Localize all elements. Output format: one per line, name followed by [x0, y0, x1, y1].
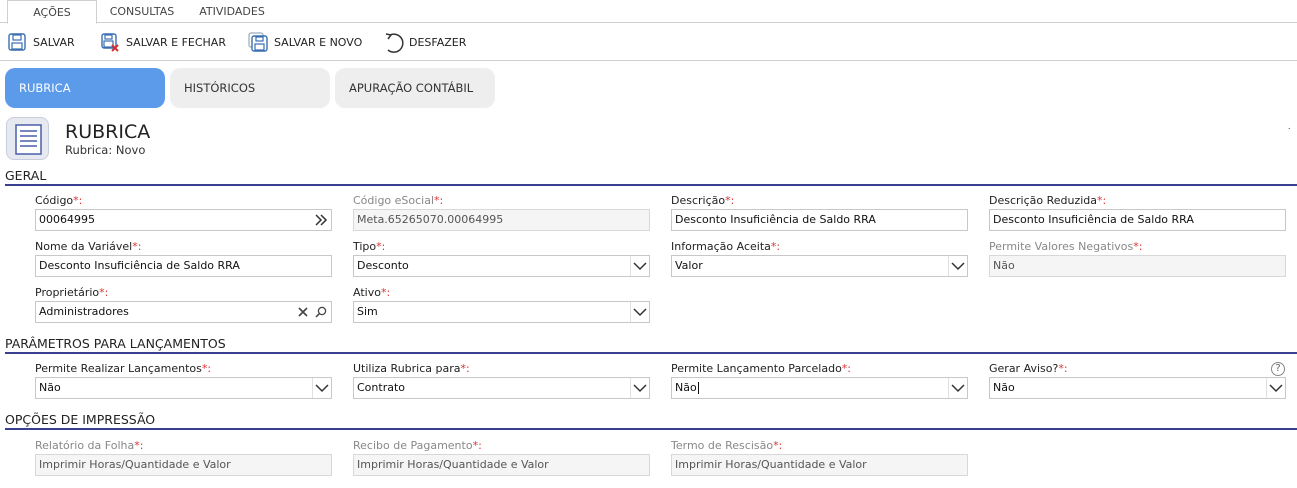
field-label: Permite Valores Negativos*: — [989, 240, 1143, 253]
floppy-disk-close-icon — [100, 32, 120, 52]
undo-label: DESFAZER — [409, 35, 467, 49]
section-geral-title: GERAL — [5, 168, 1297, 186]
field-label: Tipo*: — [353, 240, 386, 253]
field-codigo: Código*: 00064995 — [35, 194, 332, 231]
field-recibo-pagamento: Recibo de Pagamento*: Imprimir Horas/Qua… — [353, 439, 650, 476]
field-permite-lancamentos: Permite Realizar Lançamentos*: Não — [35, 362, 332, 399]
field-label: Descrição*: — [671, 194, 735, 207]
save-and-new-button[interactable]: SALVAR E NOVO — [248, 31, 362, 53]
utiliza-rubrica-select[interactable]: Contrato — [353, 377, 650, 399]
field-permite-negativos: Permite Valores Negativos*: Não — [989, 240, 1286, 277]
section-parametros-title: PARÂMETROS PARA LANÇAMENTOS — [5, 336, 1297, 354]
page-title: RUBRICA — [65, 121, 151, 143]
corner-mark: ˙ — [1286, 126, 1293, 139]
field-nome-variavel: Nome da Variável*: Desconto Insuficiênci… — [35, 240, 332, 277]
field-label: Ativo*: — [353, 286, 391, 299]
field-label: Gerar Aviso?*: — [989, 362, 1068, 375]
tab-historicos[interactable]: HISTÓRICOS — [170, 68, 330, 108]
chevron-down-icon[interactable] — [630, 302, 648, 322]
chevron-down-icon[interactable] — [630, 256, 648, 276]
field-lancamento-parcelado: Permite Lançamento Parcelado*: Não — [671, 362, 968, 399]
field-codigo-esocial: Código eSocial*: Meta.65265070.00064995 — [353, 194, 650, 231]
tab-acoes[interactable]: AÇÕES — [7, 0, 97, 24]
field-proprietario: Proprietário*: Administradores — [35, 286, 332, 323]
top-tab-bar: AÇÕES CONSULTAS ATIVIDADES — [0, 0, 1297, 24]
floppy-disk-new-icon — [248, 32, 268, 52]
save-and-new-label: SALVAR E NOVO — [274, 35, 363, 49]
floppy-disk-icon — [7, 32, 27, 52]
undo-icon — [383, 32, 404, 53]
field-informacao-aceita: Informação Aceita*: Valor — [671, 240, 968, 277]
chevron-down-icon[interactable] — [312, 378, 330, 398]
help-icon[interactable]: ? — [1271, 362, 1285, 376]
permite-lancamentos-select[interactable]: Não — [35, 377, 332, 399]
section-opcoes-title: OPÇÕES DE IMPRESSÃO — [5, 412, 1297, 430]
field-label: Recibo de Pagamento*: — [353, 439, 482, 452]
field-utiliza-rubrica: Utiliza Rubrica para*: Contrato — [353, 362, 650, 399]
save-and-close-button[interactable]: SALVAR E FECHAR — [100, 31, 226, 53]
termo-rescisao-input: Imprimir Horas/Quantidade e Valor — [671, 454, 968, 476]
chevron-down-icon[interactable] — [948, 256, 966, 276]
save-button[interactable]: SALVAR — [7, 31, 75, 53]
field-relatorio-folha: Relatório da Folha*: Imprimir Horas/Quan… — [35, 439, 332, 476]
field-descricao: Descrição*: Desconto Insuficiência de Sa… — [671, 194, 968, 231]
codigo-esocial-input: Meta.65265070.00064995 — [353, 209, 650, 231]
field-label: Relatório da Folha*: — [35, 439, 144, 452]
descricao-reduzida-input[interactable]: Desconto Insuficiência de Saldo RRA — [989, 209, 1286, 231]
page-subtitle: Rubrica: Novo — [65, 143, 146, 157]
field-label: Informação Aceita*: — [671, 240, 781, 253]
codigo-input[interactable]: 00064995 — [35, 209, 332, 231]
recibo-pagamento-input: Imprimir Horas/Quantidade e Valor — [353, 454, 650, 476]
text-cursor — [697, 382, 699, 394]
tab-atividades[interactable]: ATIVIDADES — [188, 0, 276, 23]
field-label: Proprietário*: — [35, 286, 109, 299]
permite-negativos-input: Não — [989, 255, 1286, 277]
chevron-down-icon[interactable] — [948, 378, 966, 398]
tab-rubrica[interactable]: RUBRICA — [5, 68, 165, 108]
double-chevron-right-icon[interactable] — [312, 210, 330, 230]
field-tipo: Tipo*: Desconto — [353, 240, 650, 277]
clear-icon[interactable] — [294, 302, 312, 322]
ativo-select[interactable]: Sim — [353, 301, 650, 323]
informacao-aceita-select[interactable]: Valor — [671, 255, 968, 277]
tab-consultas[interactable]: CONSULTAS — [100, 0, 184, 23]
toolbar: SALVAR SALVAR E FECHAR SALVAR E NOVO DES… — [0, 23, 1297, 61]
save-and-close-label: SALVAR E FECHAR — [126, 35, 226, 49]
chevron-down-icon[interactable] — [1266, 378, 1284, 398]
field-label: Código eSocial*: — [353, 194, 444, 207]
field-gerar-aviso: Gerar Aviso?*: ? Não — [989, 362, 1286, 399]
lancamento-parcelado-select[interactable]: Não — [671, 377, 968, 399]
field-label: Permite Realizar Lançamentos*: — [35, 362, 212, 375]
tipo-select[interactable]: Desconto — [353, 255, 650, 277]
undo-button[interactable]: DESFAZER — [383, 31, 466, 53]
search-icon[interactable] — [312, 302, 330, 322]
gerar-aviso-select[interactable]: Não — [989, 377, 1286, 399]
save-label: SALVAR — [33, 35, 75, 49]
nome-variavel-input[interactable]: Desconto Insuficiência de Saldo RRA — [35, 255, 332, 277]
document-list-icon — [6, 117, 49, 160]
relatorio-folha-input: Imprimir Horas/Quantidade e Valor — [35, 454, 332, 476]
field-descricao-reduzida: Descrição Reduzida*: Desconto Insuficiên… — [989, 194, 1286, 231]
chevron-down-icon[interactable] — [630, 378, 648, 398]
field-ativo: Ativo*: Sim — [353, 286, 650, 323]
field-label: Código*: — [35, 194, 83, 207]
field-label: Termo de Rescisão*: — [671, 439, 783, 452]
field-label: Nome da Variável*: — [35, 240, 142, 253]
field-label: Descrição Reduzida*: — [989, 194, 1107, 207]
field-termo-rescisao: Termo de Rescisão*: Imprimir Horas/Quant… — [671, 439, 968, 476]
proprietario-input[interactable]: Administradores — [35, 301, 332, 323]
descricao-input[interactable]: Desconto Insuficiência de Saldo RRA — [671, 209, 968, 231]
field-label: Utiliza Rubrica para*: — [353, 362, 470, 375]
field-label: Permite Lançamento Parcelado*: — [671, 362, 852, 375]
tab-apuracao-contabil[interactable]: APURAÇÃO CONTÁBIL — [335, 68, 495, 108]
